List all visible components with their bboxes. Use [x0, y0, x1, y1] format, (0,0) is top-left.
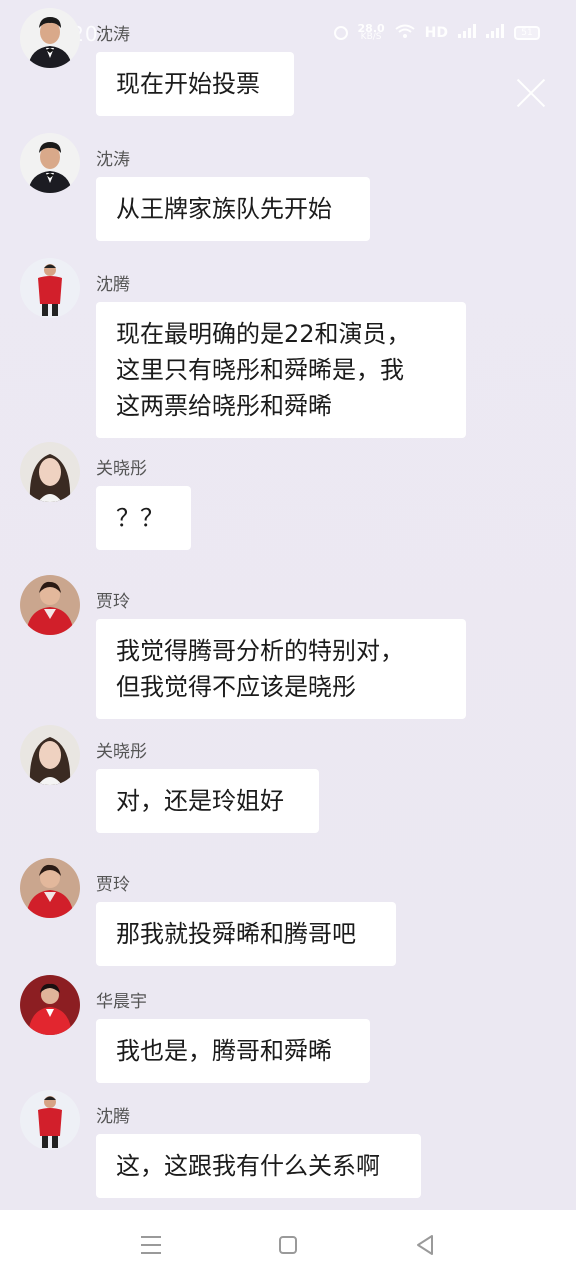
message-text-line: 这里只有晓彤和舜晞是，我	[116, 356, 404, 384]
sender-name: 沈涛	[96, 150, 130, 170]
message-text-line: ？？	[116, 504, 164, 532]
message-bubble[interactable]: 从王牌家族队先开始	[96, 177, 370, 241]
avatar[interactable]	[20, 725, 80, 785]
hd-label: HD	[424, 25, 448, 41]
signal-icon-2	[486, 24, 504, 42]
sender-name: 关晓彤	[96, 742, 147, 762]
avatar[interactable]	[20, 975, 80, 1035]
avatar[interactable]	[20, 442, 80, 502]
network-speed-unit: KB/S	[360, 32, 382, 42]
message-text-line: 我觉得腾哥分析的特别对，	[116, 637, 404, 665]
avatar[interactable]	[20, 133, 80, 193]
sender-name: 沈腾	[96, 1107, 130, 1127]
message-bubble[interactable]: 这，这跟我有什么关系啊	[96, 1134, 421, 1198]
sender-name: 沈涛	[96, 25, 130, 45]
status-icons: 28.0 KB/S HD 51	[333, 22, 540, 42]
sender-name: 沈腾	[96, 275, 130, 295]
alarm-icon	[333, 26, 348, 40]
avatar[interactable]	[20, 858, 80, 918]
message-text-line: 那我就投舜晞和腾哥吧	[116, 920, 356, 948]
message-text-line: 这，这跟我有什么关系啊	[116, 1152, 380, 1180]
sender-name: 华晨宇	[96, 992, 147, 1012]
menu-icon[interactable]	[141, 1236, 161, 1254]
back-icon[interactable]	[414, 1234, 436, 1256]
network-speed-value: 28.0	[357, 22, 385, 35]
avatar[interactable]	[20, 575, 80, 635]
message-text-line: 现在开始投票	[116, 70, 260, 98]
message-bubble[interactable]: 对，还是玲姐好	[96, 769, 319, 833]
home-icon[interactable]	[279, 1236, 297, 1254]
sender-name: 关晓彤	[96, 459, 147, 479]
wifi-icon	[395, 24, 415, 42]
message-bubble[interactable]: 我觉得腾哥分析的特别对， 但我觉得不应该是晓彤	[96, 619, 466, 719]
message-bubble[interactable]: 我也是，腾哥和舜晞	[96, 1019, 370, 1083]
message-bubble[interactable]: 现在开始投票	[96, 52, 294, 116]
avatar[interactable]	[20, 1090, 80, 1150]
message-text-line: 现在最明确的是22和演员，	[116, 320, 411, 348]
chat-screen: 23:20 28.0KB/S HD 51 沈涛现在开始投票沈涛从王牌家族队先开始…	[0, 0, 576, 1210]
avatar[interactable]	[20, 8, 80, 68]
message-bubble[interactable]: 那我就投舜晞和腾哥吧	[96, 902, 396, 966]
signal-icon-1	[458, 24, 476, 42]
message-bubble[interactable]: ？？	[96, 486, 191, 550]
navigation-bar	[0, 1210, 576, 1280]
close-button[interactable]	[514, 76, 548, 110]
sender-name: 贾玲	[96, 592, 130, 612]
sender-name: 贾玲	[96, 875, 130, 895]
battery-icon: 51	[514, 26, 540, 40]
message-text-line: 但我觉得不应该是晓彤	[116, 673, 356, 701]
message-text-line: 从王牌家族队先开始	[116, 195, 332, 223]
message-text-line: 这两票给晓彤和舜晞	[116, 392, 332, 420]
network-speed: 28.0 KB/S	[357, 22, 385, 42]
message-bubble[interactable]: 现在最明确的是22和演员， 这里只有晓彤和舜晞是，我 这两票给晓彤和舜晞	[96, 302, 466, 438]
avatar[interactable]	[20, 258, 80, 318]
message-text-line: 我也是，腾哥和舜晞	[116, 1037, 332, 1065]
message-text-line: 对，还是玲姐好	[116, 787, 284, 815]
